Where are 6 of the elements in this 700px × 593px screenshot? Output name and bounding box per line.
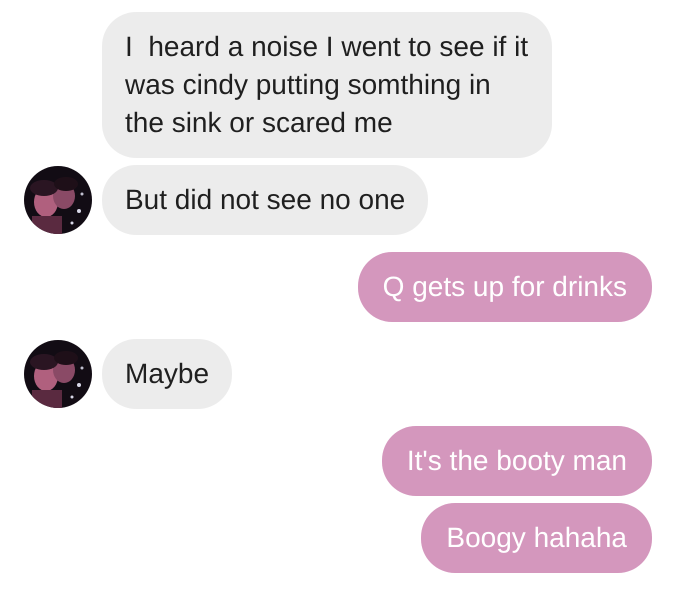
message-bubble: I heard a noise I went to see if it was cindy putting somthing in the sink or scared me <box>102 12 552 158</box>
message-bubble: Q gets up for drinks <box>358 252 652 322</box>
message-bubble: But did not see no one <box>102 165 428 235</box>
message-bubble: Boogy hahaha <box>421 503 652 573</box>
message-bubble: Maybe <box>102 339 232 409</box>
message-bubble: It's the booty man <box>382 426 652 496</box>
